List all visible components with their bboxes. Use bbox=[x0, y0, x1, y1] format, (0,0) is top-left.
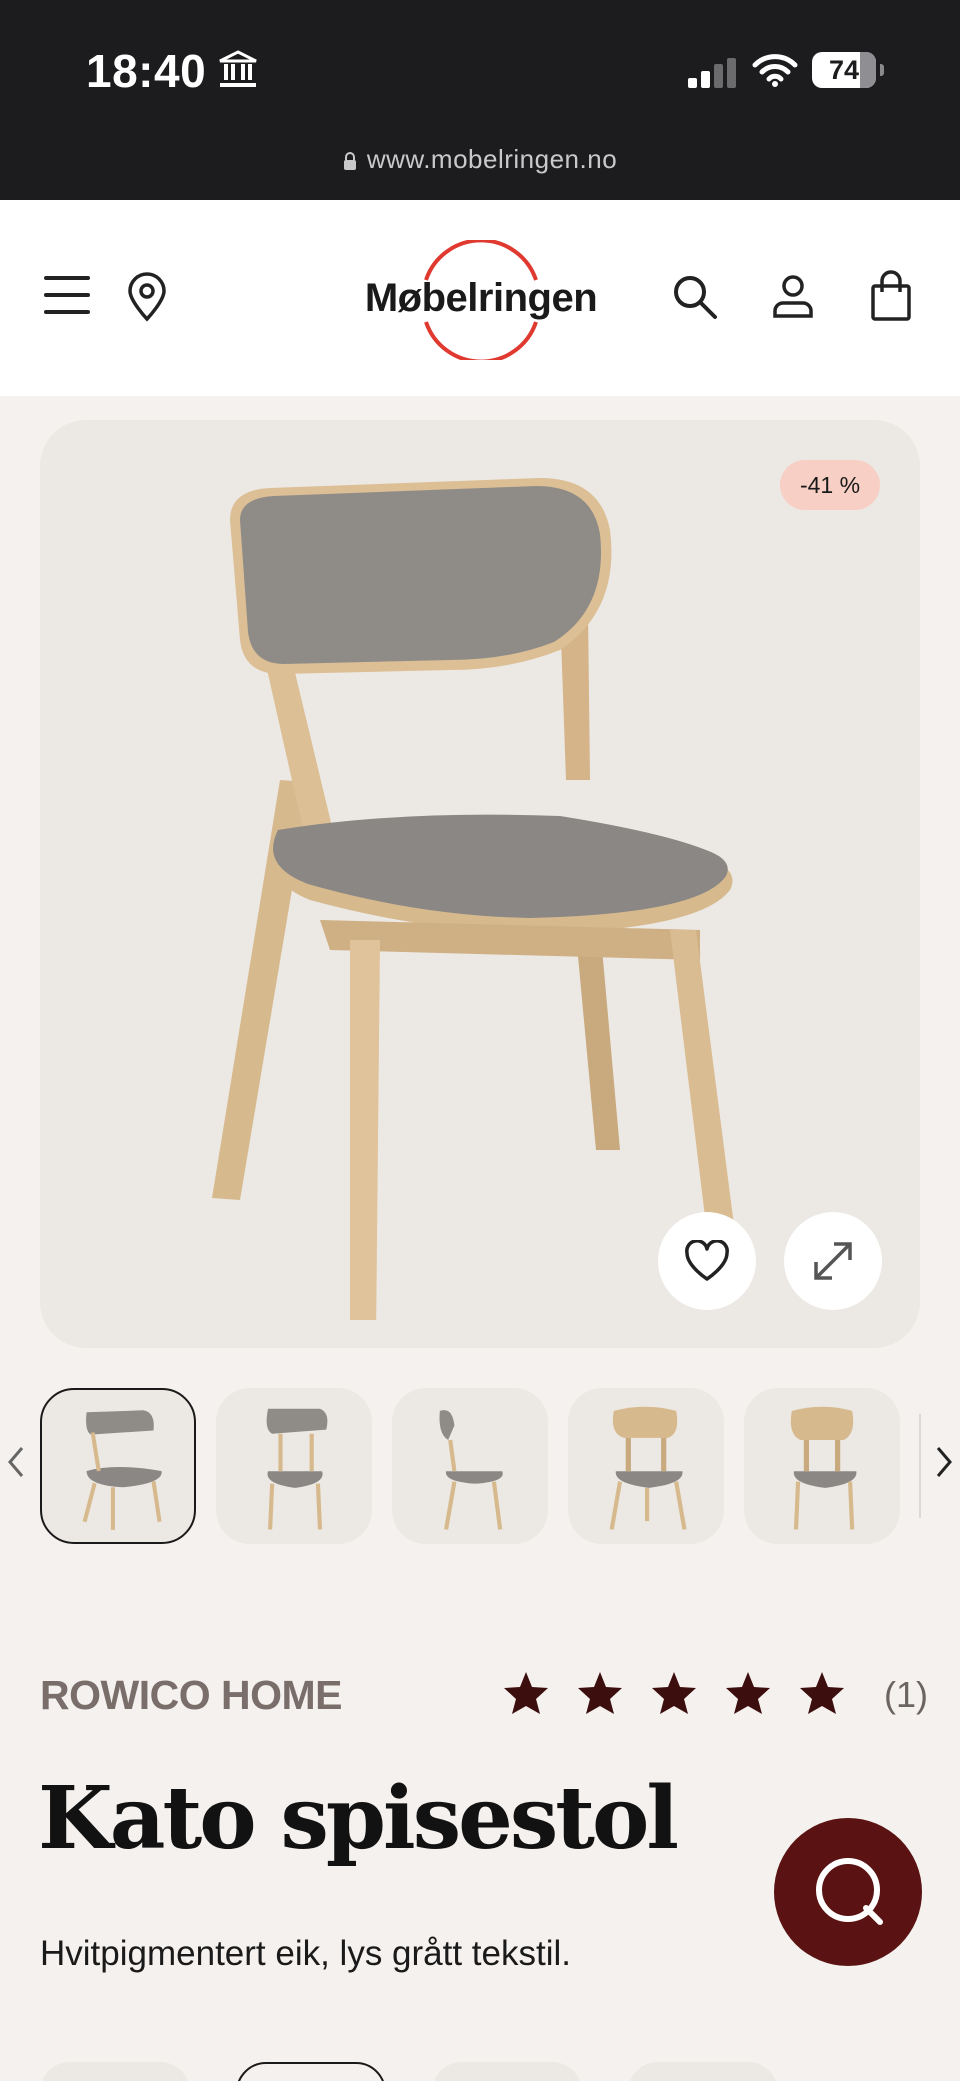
chevron-left-icon[interactable] bbox=[6, 1444, 26, 1480]
product-brand[interactable]: ROWICO HOME bbox=[40, 1672, 342, 1719]
status-bar: 18:40 74 www.mobelringen.no bbox=[0, 0, 960, 200]
thumbnail-3[interactable] bbox=[392, 1388, 548, 1544]
variant-option[interactable] bbox=[432, 2062, 582, 2081]
site-header: Møbelringen bbox=[0, 200, 960, 396]
expand-icon bbox=[814, 1242, 852, 1280]
thumbnail-2[interactable] bbox=[216, 1388, 372, 1544]
star-icon bbox=[726, 1672, 770, 1714]
url-text: www.mobelringen.no bbox=[366, 144, 618, 174]
product-description: Hvitpigmentert eik, lys grått tekstil. bbox=[40, 1934, 571, 1973]
thumbnail-image bbox=[790, 1406, 857, 1530]
thumbnail-image bbox=[266, 1408, 328, 1530]
lock-icon bbox=[343, 152, 356, 170]
thumbnail-strip bbox=[0, 1388, 960, 1544]
thumbnail-image bbox=[609, 1406, 687, 1530]
battery-indicator: 74 bbox=[812, 52, 884, 88]
user-icon[interactable] bbox=[772, 274, 814, 318]
review-count[interactable]: (1) bbox=[884, 1674, 928, 1716]
wifi-icon bbox=[752, 54, 798, 87]
status-time: 18:40 bbox=[86, 45, 207, 97]
shopping-bag-icon[interactable] bbox=[870, 270, 912, 322]
variant-option[interactable] bbox=[628, 2062, 778, 2081]
star-icon bbox=[504, 1672, 548, 1714]
address-bar[interactable]: www.mobelringen.no bbox=[0, 144, 960, 175]
search-icon[interactable] bbox=[672, 274, 718, 320]
thumbnail-overflow-edge bbox=[919, 1414, 921, 1518]
star-icon bbox=[652, 1672, 696, 1714]
star-icon bbox=[800, 1672, 844, 1714]
thumbnail-image bbox=[82, 1410, 162, 1530]
location-pin-icon[interactable] bbox=[126, 272, 168, 322]
logo-text: Møbelringen bbox=[364, 276, 598, 320]
variant-option[interactable] bbox=[40, 2062, 190, 2081]
menu-icon[interactable] bbox=[44, 274, 90, 316]
chevron-right-icon[interactable] bbox=[934, 1444, 954, 1480]
heart-icon bbox=[685, 1240, 729, 1281]
product-image-gallery[interactable]: -41 % bbox=[40, 420, 920, 1348]
product-image bbox=[212, 478, 740, 1320]
fullscreen-button[interactable] bbox=[784, 1212, 882, 1310]
signal-icon bbox=[688, 58, 736, 88]
thumbnail-1[interactable] bbox=[40, 1388, 196, 1544]
thumbnail-5[interactable] bbox=[744, 1388, 900, 1544]
discount-badge: -41 % bbox=[780, 460, 880, 510]
thumbnail-4[interactable] bbox=[568, 1388, 724, 1544]
brand-logo[interactable]: Møbelringen bbox=[356, 240, 606, 360]
wishlist-button[interactable] bbox=[658, 1212, 756, 1310]
thumbnail-image bbox=[439, 1410, 503, 1530]
chat-bubble-icon bbox=[816, 1858, 883, 1925]
star-icon bbox=[578, 1672, 622, 1714]
chat-button[interactable] bbox=[774, 1818, 922, 1966]
bank-icon bbox=[219, 50, 257, 87]
variant-option-selected[interactable] bbox=[236, 2062, 386, 2081]
product-title: Kato spisestol bbox=[38, 1768, 679, 1869]
